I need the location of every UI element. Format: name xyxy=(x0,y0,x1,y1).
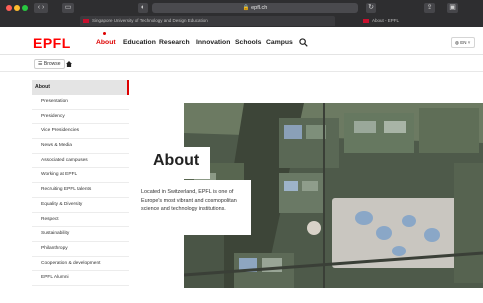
active-nav-indicator xyxy=(103,32,106,35)
tabs-overview-icon[interactable]: ▣ xyxy=(447,3,458,13)
sidebar-item-alumni[interactable]: EPFL Alumni xyxy=(32,271,129,286)
sidebar-item-respect[interactable]: Respect xyxy=(32,213,129,228)
close-window-button[interactable] xyxy=(6,5,12,11)
breadcrumb: ☰ Browse xyxy=(0,56,483,72)
tab-favicon-icon xyxy=(83,19,89,23)
sidebar-heading[interactable]: About xyxy=(32,80,129,95)
browser-toolbar: ‹ › ▭ ◐ 🔒 epfl.ch ↻ ⇪ ▣ Singapore Univer… xyxy=(0,0,483,27)
sidebar-item-recruiting[interactable]: Recruiting EPFL talents xyxy=(32,183,129,198)
sidebar-item-philanthropy[interactable]: Philanthropy xyxy=(32,242,129,257)
tab-title: About - EPFL xyxy=(372,18,400,23)
sidebar-item-associated-campuses[interactable]: Associated campuses xyxy=(32,154,129,169)
sidebar-nav: About Presentation Presidency Vice Presi… xyxy=(32,80,129,286)
url-text: epfl.ch xyxy=(251,5,268,11)
nav-education[interactable]: Education xyxy=(123,39,156,46)
search-icon[interactable] xyxy=(299,38,308,47)
reload-icon[interactable]: ↻ xyxy=(366,3,376,13)
tab-favicon-icon xyxy=(363,19,369,23)
nav-innovation[interactable]: Innovation xyxy=(196,39,230,46)
sidebar-toggle-icon[interactable]: ▭ xyxy=(62,3,74,13)
epfl-logo[interactable]: EPFL xyxy=(33,35,71,51)
menu-icon: ☰ xyxy=(38,61,43,67)
sidebar-item-presentation[interactable]: Presentation xyxy=(32,95,129,110)
nav-about[interactable]: About xyxy=(96,39,116,46)
address-bar[interactable]: 🔒 epfl.ch xyxy=(152,3,358,13)
sidebar-item-cooperation[interactable]: Cooperation & development xyxy=(32,257,129,272)
minimize-window-button[interactable] xyxy=(14,5,20,11)
page-title: About xyxy=(153,152,200,169)
nav-campus[interactable]: Campus xyxy=(266,39,293,46)
browse-label: Browse xyxy=(43,61,61,67)
language-label: EN xyxy=(460,40,467,45)
nav-research[interactable]: Research xyxy=(159,39,190,46)
home-icon[interactable] xyxy=(66,61,72,67)
globe-icon: ◍ xyxy=(455,40,459,45)
chevron-down-icon: ˅ xyxy=(467,40,471,45)
back-button[interactable]: ‹ › xyxy=(34,3,48,13)
sidebar-item-working-at-epfl[interactable]: Working at EPFL xyxy=(32,168,129,184)
sidebar-item-vice-presidencies[interactable]: Vice Presidencies xyxy=(32,124,129,140)
site-header: EPFL About Education Research Innovation… xyxy=(0,27,483,55)
nav-schools[interactable]: Schools xyxy=(235,39,261,46)
sidebar-item-news-media[interactable]: News & Media xyxy=(32,139,129,154)
share-icon[interactable]: ⇪ xyxy=(424,3,435,13)
browse-button[interactable]: ☰ Browse xyxy=(34,59,65,69)
tab-title: Singapore University of Technology and D… xyxy=(92,18,208,23)
maximize-window-button[interactable] xyxy=(22,5,28,11)
hero-description: Located in Switzerland, EPFL is one of E… xyxy=(141,189,237,213)
browser-tab[interactable]: Singapore University of Technology and D… xyxy=(80,16,335,26)
sidebar-item-equality[interactable]: Equality & Diversity xyxy=(32,198,129,213)
sidebar-item-sustainability[interactable]: Sustainability xyxy=(32,227,129,242)
shield-icon[interactable]: ◐ xyxy=(138,3,148,13)
browser-tab-active[interactable]: About - EPFL xyxy=(360,16,470,26)
language-selector[interactable]: ◍ EN ˅ xyxy=(451,37,475,48)
sidebar-item-presidency[interactable]: Presidency xyxy=(32,110,129,125)
